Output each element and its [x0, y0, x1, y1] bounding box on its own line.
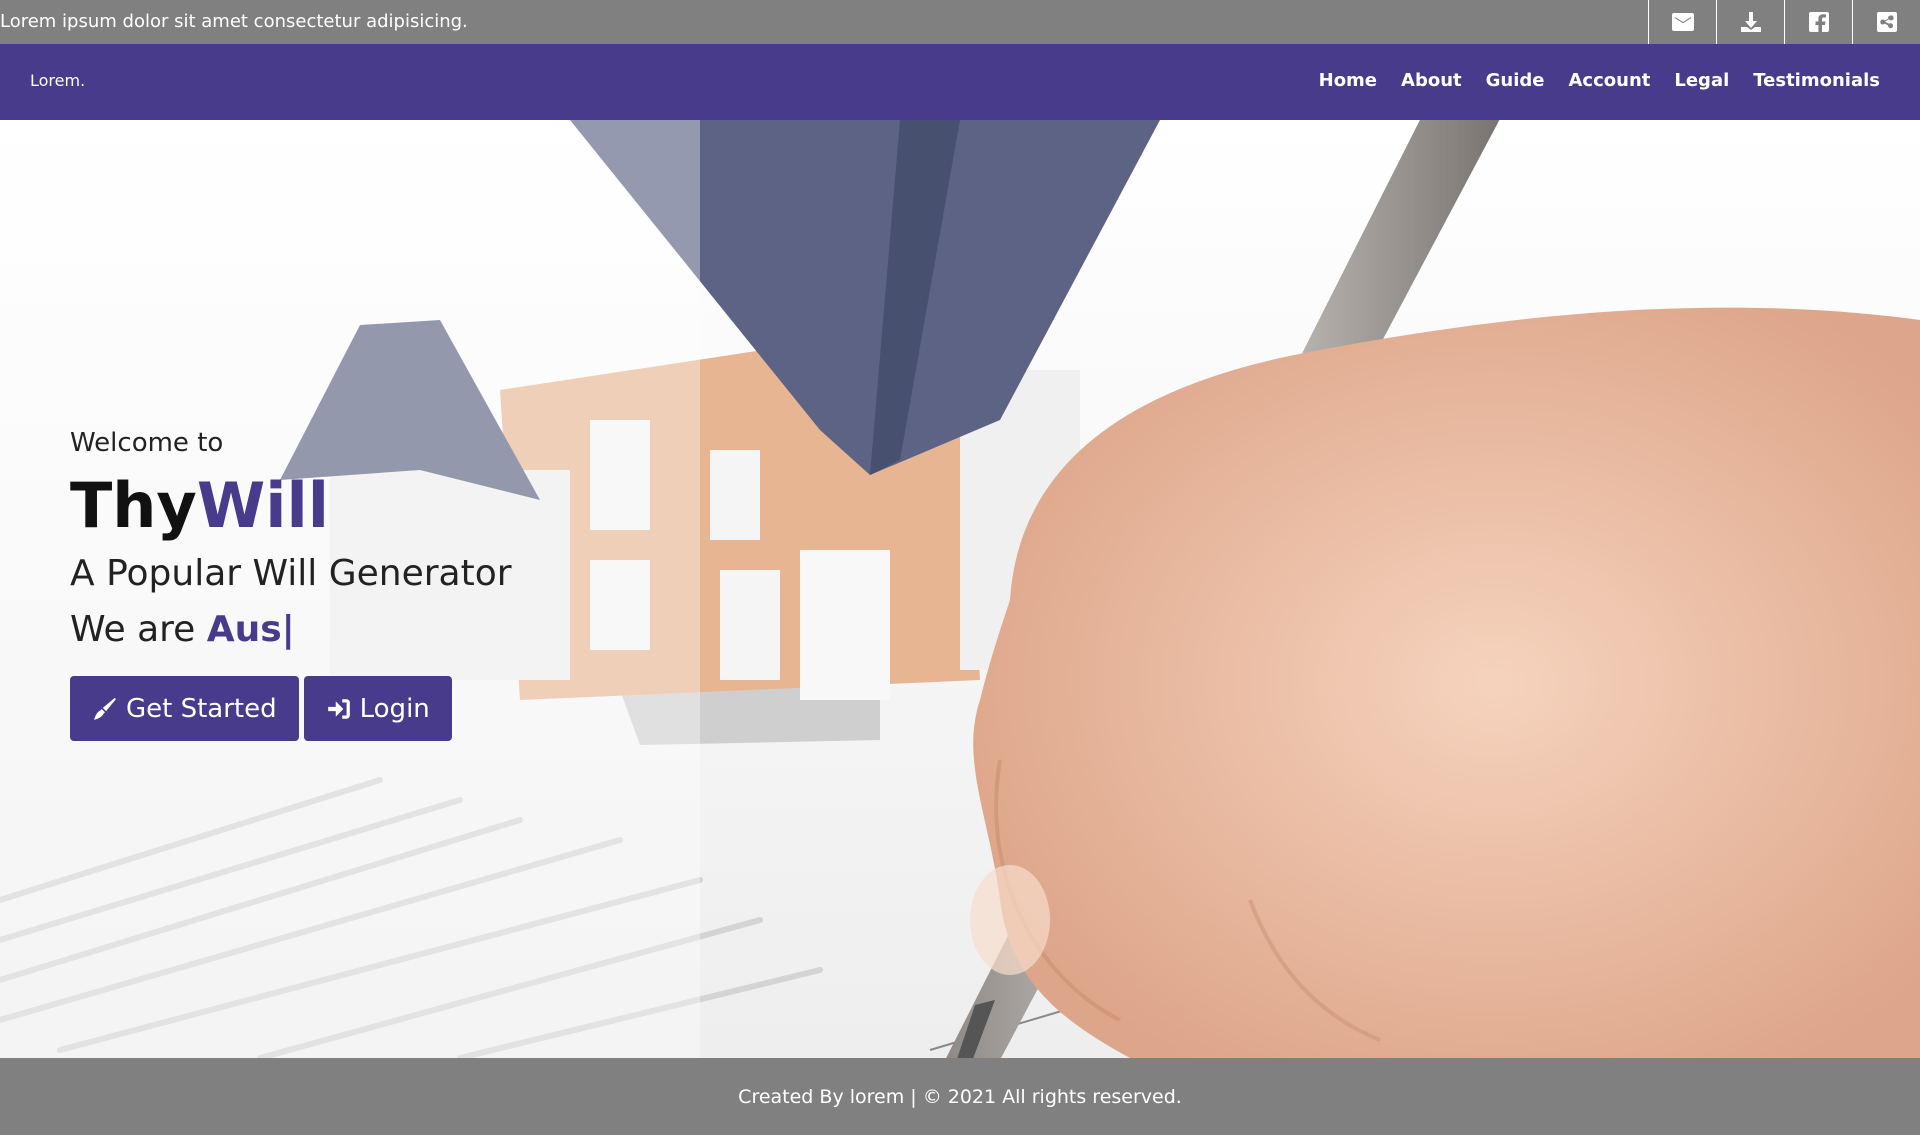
get-started-button[interactable]: Get Started	[70, 676, 299, 741]
share-icon[interactable]	[1852, 0, 1920, 44]
nav-guide[interactable]: Guide	[1486, 69, 1545, 93]
facebook-icon[interactable]	[1784, 0, 1852, 44]
typed-text: Aus	[206, 609, 282, 650]
login-button[interactable]: Login	[303, 676, 452, 741]
main-navbar: Lorem. Home About Guide Account Legal Te…	[0, 44, 1920, 120]
hero-section: Welcome to ThyWill A Popular Will Genera…	[0, 120, 1920, 1058]
get-started-label: Get Started	[126, 693, 277, 724]
typed-prefix: We are	[70, 609, 207, 650]
footer-text: Created By lorem | © 2021 All rights res…	[738, 1086, 1182, 1108]
nav-testimonials[interactable]: Testimonials	[1753, 69, 1880, 93]
welcome-text: Welcome to	[70, 428, 224, 458]
nav-legal[interactable]: Legal	[1674, 69, 1729, 93]
nav-home[interactable]: Home	[1319, 69, 1377, 93]
hero-title-part1: Thy	[70, 469, 197, 542]
footer: Created By lorem | © 2021 All rights res…	[0, 1058, 1920, 1135]
hero-buttons: Get Started Login	[70, 676, 512, 741]
brand-logo[interactable]: Lorem.	[30, 71, 85, 91]
hero-title-part2: Will	[196, 469, 330, 542]
typed-line: We are Aus|	[70, 606, 512, 654]
top-bar: Lorem ipsum dolor sit amet consectetur a…	[0, 0, 1920, 44]
pen-icon	[94, 697, 116, 720]
login-label: Login	[359, 693, 430, 724]
top-bar-icons	[1648, 0, 1920, 44]
sign-in-icon	[327, 698, 350, 719]
hero-tagline: A Popular Will Generator	[70, 553, 512, 594]
hero-content: Welcome to ThyWill A Popular Will Genera…	[70, 426, 512, 741]
nav-account[interactable]: Account	[1569, 69, 1651, 93]
hero-title: ThyWill	[70, 470, 512, 542]
top-bar-text: Lorem ipsum dolor sit amet consectetur a…	[0, 11, 468, 32]
nav-about[interactable]: About	[1401, 69, 1462, 93]
typed-cursor: |	[281, 609, 295, 650]
download-icon[interactable]	[1716, 0, 1784, 44]
nav-links: Home About Guide Account Legal Testimoni…	[1319, 69, 1880, 93]
envelope-icon[interactable]	[1648, 0, 1716, 44]
